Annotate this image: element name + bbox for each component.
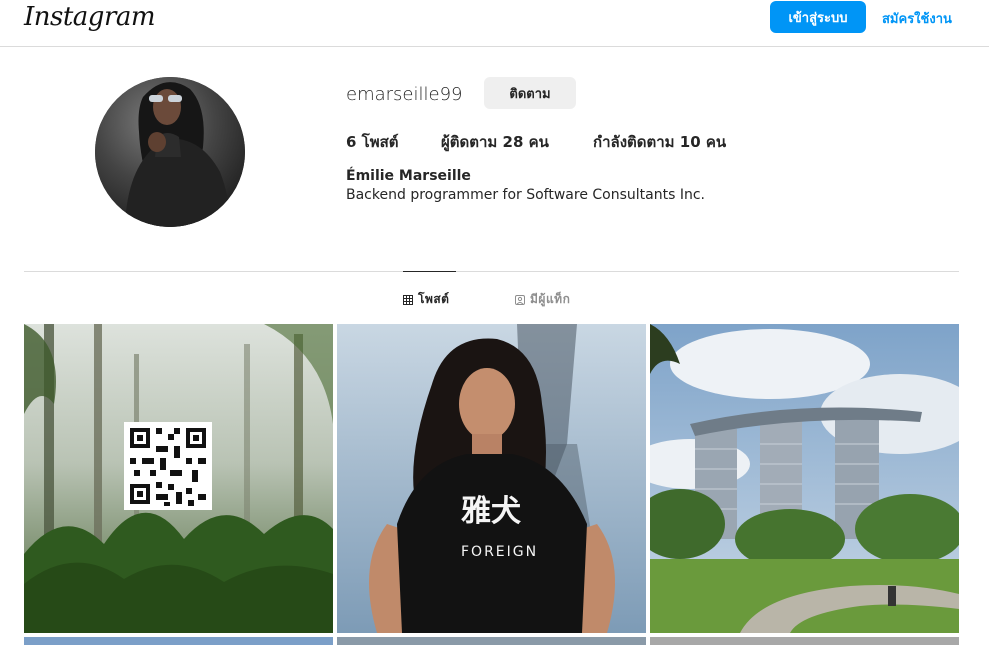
login-button[interactable]: เข้าสู่ระบบ (770, 1, 866, 33)
post-tile-row2-1[interactable] (24, 637, 333, 645)
post-tile-row2-2[interactable] (337, 637, 646, 645)
forest-photo (24, 324, 333, 633)
tshirt-print: 雅犬 (461, 494, 521, 529)
post-tile-marina[interactable] (650, 324, 959, 633)
post-row2-photo-2 (337, 637, 646, 645)
grid-icon (403, 294, 413, 305)
signup-link[interactable]: สมัครใช้งาน (882, 8, 952, 29)
tshirt-text: FOREIGN (461, 544, 538, 560)
following-count[interactable]: กำลังติดตาม 10 คน (593, 130, 726, 154)
avatar-photo (95, 77, 245, 227)
active-tab-indicator (403, 271, 456, 272)
post-row2-photo-1 (24, 637, 333, 645)
tabs-divider (24, 271, 959, 272)
tab-posts-label: โพสต์ (418, 292, 450, 306)
post-row2-photo-3 (650, 637, 959, 645)
profile-full-name: Émilie Marseille (346, 168, 471, 184)
woman-photo: 雅犬 FOREIGN (337, 324, 646, 633)
posts-count: 6 โพสต์ (346, 133, 399, 151)
followers-count[interactable]: ผู้ติดตาม 28 คน (441, 130, 549, 154)
tab-tagged-label: มีผู้แท็ก (530, 292, 571, 306)
post-tile-row2-3[interactable] (650, 637, 959, 645)
marina-photo (650, 324, 959, 633)
tagged-person-icon (515, 294, 525, 305)
tab-tagged[interactable]: มีผู้แท็ก (515, 290, 570, 309)
instagram-logo[interactable]: Instagram (24, 2, 156, 32)
top-bar: Instagram เข้าสู่ระบบ สมัครใช้งาน (0, 0, 989, 47)
profile-avatar[interactable] (95, 77, 245, 227)
profile-username: emarseille99 (346, 84, 463, 105)
post-tile-forest[interactable] (24, 324, 333, 633)
tab-posts[interactable]: โพสต์ (403, 290, 449, 309)
profile-bio: Backend programmer for Software Consulta… (346, 187, 705, 203)
post-tile-woman[interactable]: 雅犬 FOREIGN (337, 324, 646, 633)
follow-button[interactable]: ติดตาม (484, 77, 576, 109)
